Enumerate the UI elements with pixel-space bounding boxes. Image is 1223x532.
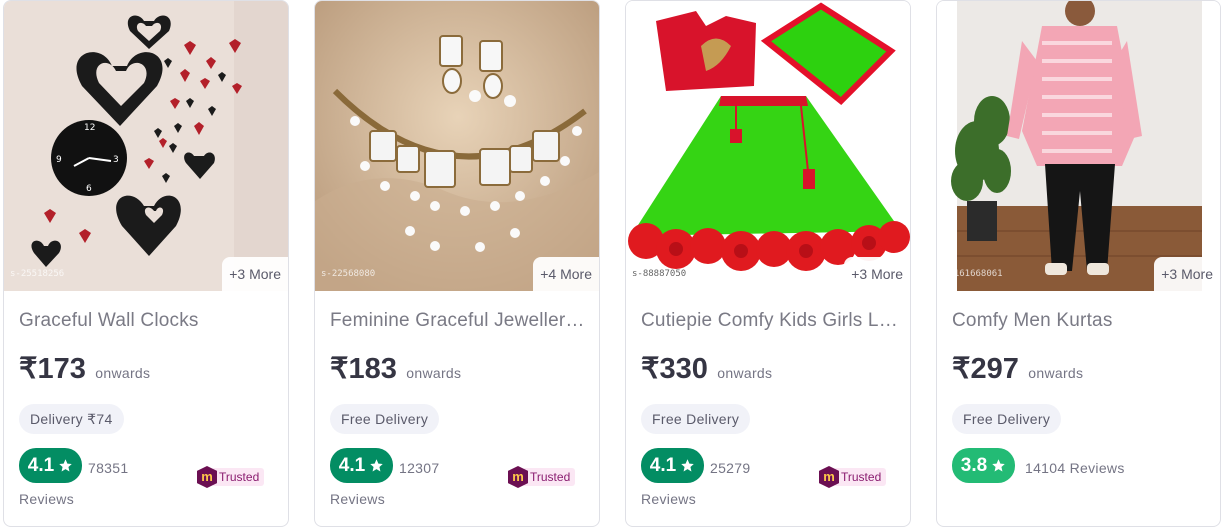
delivery-badge: Free Delivery bbox=[330, 404, 440, 434]
product-card[interactable]: 12 3 6 9 s-25518256 +3 More Graceful Wall … bbox=[3, 0, 289, 527]
price-row: ₹297 onwards bbox=[952, 351, 1083, 386]
rating-value: 4.1 bbox=[338, 454, 366, 476]
star-icon bbox=[370, 459, 383, 472]
product-card[interactable]: s-161668061 +3 More Comfy Men Kurtas ₹29… bbox=[936, 0, 1221, 527]
product-price: ₹330 bbox=[641, 353, 708, 385]
rating-badge: 3.8 bbox=[952, 448, 1015, 483]
trusted-badge: m Trusted bbox=[508, 464, 576, 490]
product-image[interactable]: s-161668061 +3 More bbox=[937, 1, 1220, 291]
product-title[interactable]: Feminine Graceful Jewellery Sets bbox=[330, 310, 587, 332]
price-row: ₹173 onwards bbox=[19, 351, 150, 386]
product-price: ₹297 bbox=[952, 353, 1019, 385]
product-image[interactable]: s-22568080 +4 More bbox=[315, 1, 599, 291]
svg-text:12: 12 bbox=[84, 123, 95, 133]
rating-badge: 4.1 bbox=[330, 448, 393, 483]
product-title[interactable]: Graceful Wall Clocks bbox=[19, 310, 276, 332]
trusted-badge: m Trusted bbox=[819, 464, 887, 490]
product-card[interactable]: s-22568080 +4 More Feminine Graceful Jew… bbox=[314, 0, 600, 527]
product-image[interactable]: 12 3 6 9 s-25518256 +3 More bbox=[4, 1, 288, 291]
price-suffix: onwards bbox=[1028, 365, 1084, 381]
price-suffix: onwards bbox=[717, 365, 773, 381]
trusted-label: Trusted bbox=[213, 468, 265, 486]
product-card[interactable]: s-88887050 +3 More Cutiepie Comfy Kids G… bbox=[625, 0, 911, 527]
more-variants-badge[interactable]: +3 More bbox=[1154, 257, 1220, 291]
product-sku: s-25518256 bbox=[10, 269, 65, 279]
trusted-label: Trusted bbox=[835, 468, 887, 486]
product-image[interactable]: s-88887050 +3 More bbox=[626, 1, 910, 291]
svg-text:9: 9 bbox=[56, 155, 62, 165]
rating-badge: 4.1 bbox=[19, 448, 82, 483]
svg-text:3: 3 bbox=[113, 155, 119, 165]
reviews-label: Reviews bbox=[19, 491, 75, 507]
product-sku: s-88887050 bbox=[632, 269, 687, 279]
product-title[interactable]: Comfy Men Kurtas bbox=[952, 310, 1208, 332]
star-icon bbox=[59, 459, 72, 472]
more-variants-badge[interactable]: +3 More bbox=[844, 257, 910, 291]
more-variants-badge[interactable]: +4 More bbox=[533, 257, 599, 291]
trusted-badge: m Trusted bbox=[197, 464, 265, 490]
reviews-count: 25279 bbox=[710, 460, 751, 476]
delivery-badge: Delivery ₹74 bbox=[19, 404, 124, 434]
star-icon bbox=[681, 459, 694, 472]
delivery-badge: Free Delivery bbox=[952, 404, 1062, 434]
more-variants-badge[interactable]: +3 More bbox=[222, 257, 288, 291]
rating-badge: 4.1 bbox=[641, 448, 704, 483]
reviews-count: 78351 bbox=[88, 460, 129, 476]
price-suffix: onwards bbox=[406, 365, 462, 381]
rating-value: 4.1 bbox=[27, 454, 55, 476]
product-sku: s-161668061 bbox=[943, 269, 1003, 279]
delivery-badge: Free Delivery bbox=[641, 404, 751, 434]
svg-text:6: 6 bbox=[86, 184, 92, 194]
trusted-label: Trusted bbox=[524, 468, 576, 486]
rating-value: 4.1 bbox=[649, 454, 677, 476]
product-sku: s-22568080 bbox=[321, 269, 376, 279]
reviews-count: 14104 Reviews bbox=[1025, 460, 1125, 476]
reviews-count: 12307 bbox=[399, 460, 440, 476]
price-row: ₹330 onwards bbox=[641, 351, 772, 386]
reviews-label: Reviews bbox=[641, 491, 697, 507]
price-suffix: onwards bbox=[95, 365, 151, 381]
rating-value: 3.8 bbox=[960, 454, 988, 476]
reviews-label: Reviews bbox=[330, 491, 386, 507]
product-title[interactable]: Cutiepie Comfy Kids Girls Lehenga bbox=[641, 310, 898, 332]
product-price: ₹173 bbox=[19, 353, 86, 385]
star-icon bbox=[992, 459, 1005, 472]
price-row: ₹183 onwards bbox=[330, 351, 461, 386]
product-price: ₹183 bbox=[330, 353, 397, 385]
